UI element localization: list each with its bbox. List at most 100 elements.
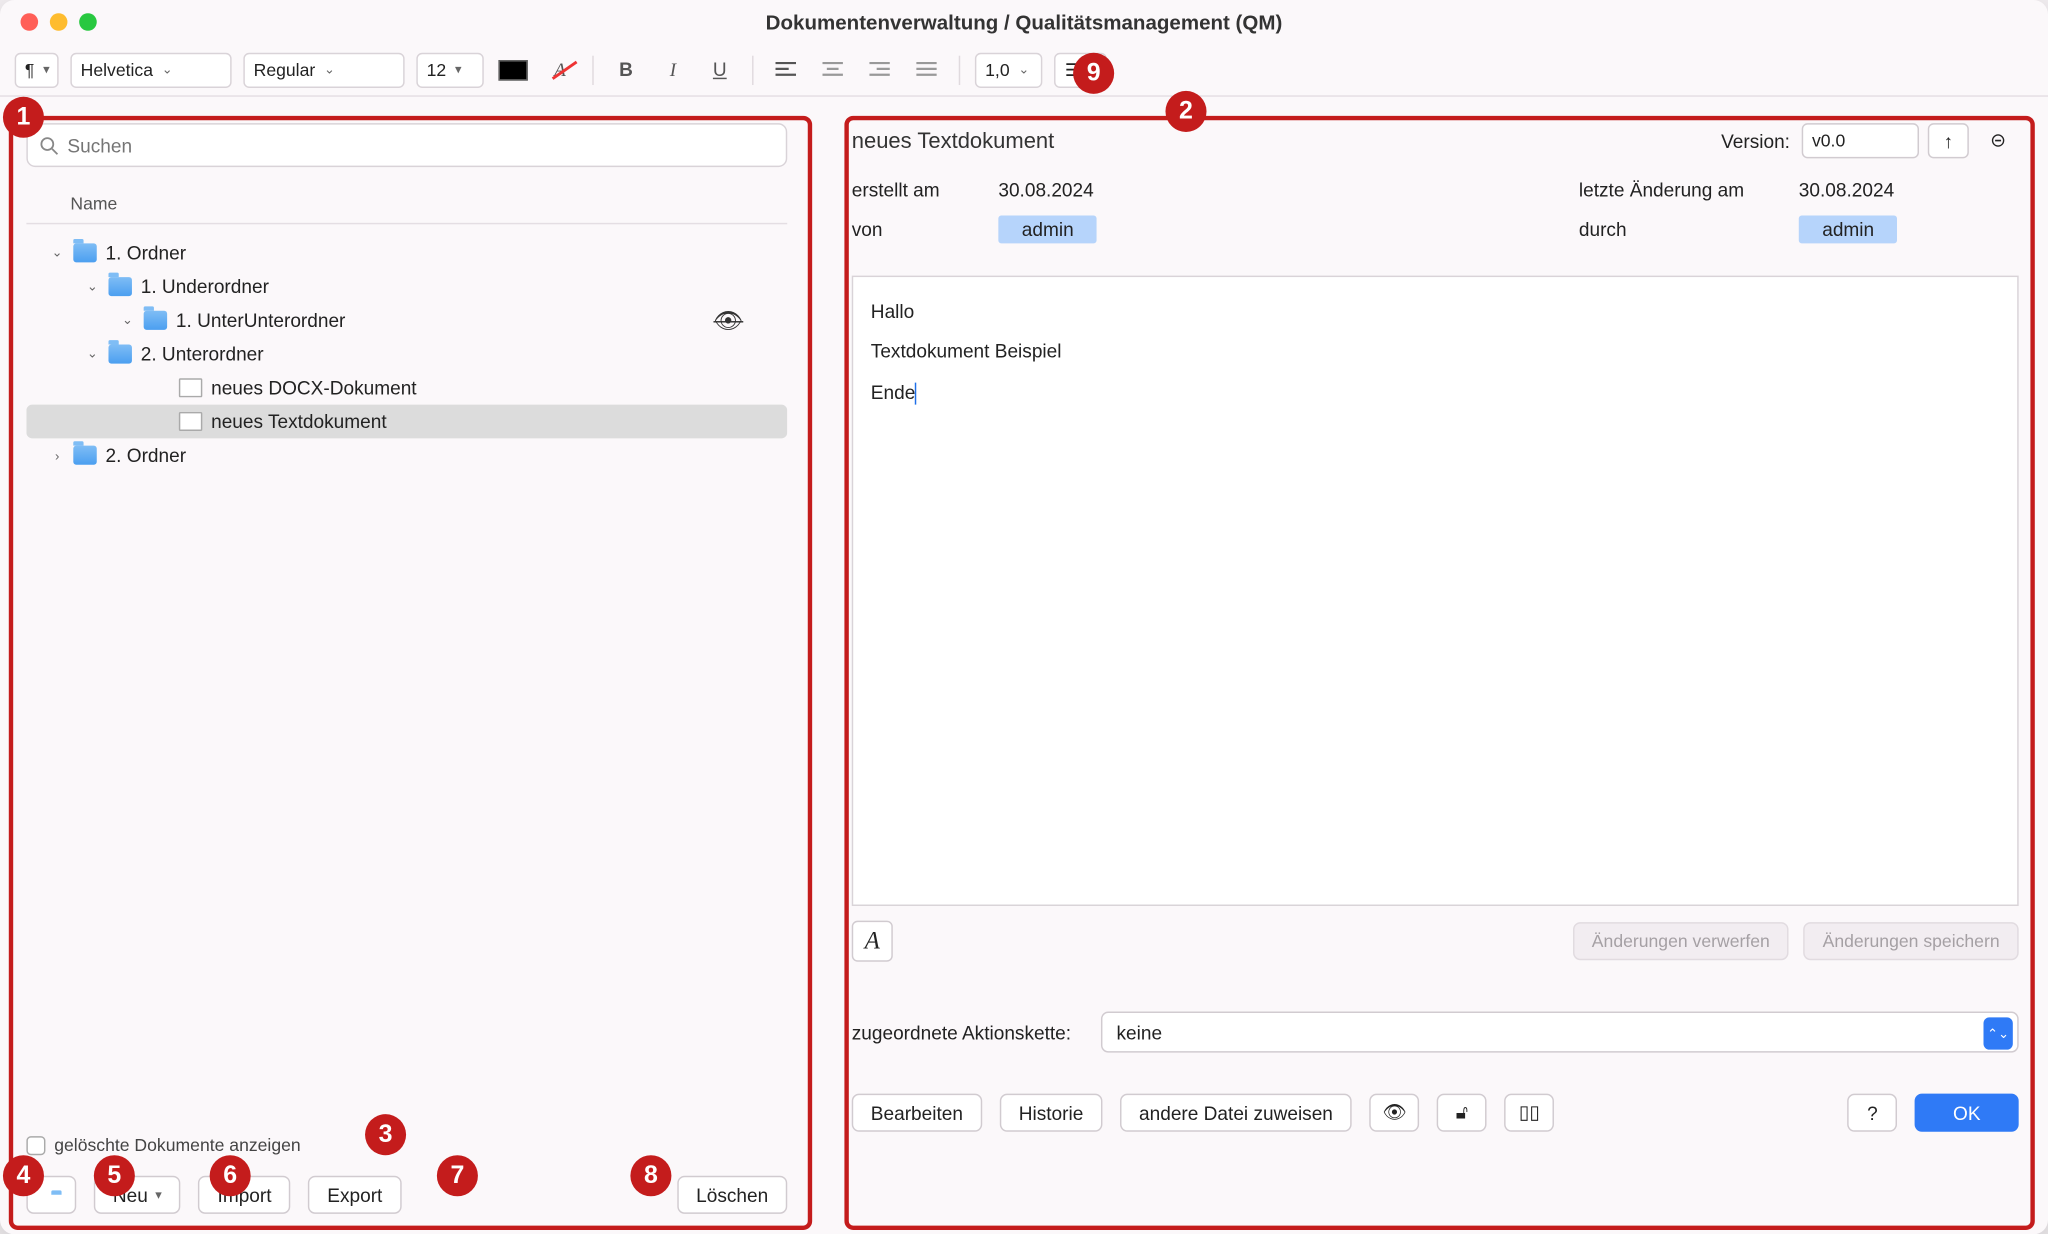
eye-slash-icon: 👁︎ <box>1382 1101 1406 1124</box>
folder-icon <box>73 446 96 465</box>
version-up-button[interactable]: ↑ <box>1928 123 1969 158</box>
font-style-select[interactable]: Regular ⌄ <box>243 52 404 87</box>
unlock-icon: 🔓︎ <box>1456 1101 1468 1124</box>
editor-line: Hallo <box>871 292 2000 332</box>
tree-file[interactable]: neues Textdokument <box>26 405 787 439</box>
search-field[interactable] <box>26 123 787 167</box>
chevron-icon[interactable]: ⌄ <box>85 346 100 362</box>
list-icon: ☰ <box>1065 59 1081 80</box>
italic-icon: I <box>670 58 676 81</box>
tree-folder[interactable]: ⌄2. Unterordner <box>26 337 787 371</box>
delete-button[interactable]: Löschen <box>677 1176 787 1214</box>
new-folder-button[interactable] <box>26 1176 76 1214</box>
assign-file-button[interactable]: andere Datei zuweisen <box>1120 1094 1352 1132</box>
hidden-icon[interactable]: 👁︎ <box>713 306 743 335</box>
align-justify-icon <box>916 61 937 79</box>
editor-line: Textdokument Beispiel <box>871 332 2000 372</box>
created-by-user[interactable]: admin <box>998 216 1097 244</box>
window-title: Dokumentenverwaltung / Qualitätsmanageme… <box>0 10 2048 33</box>
show-deleted-checkbox[interactable]: gelöschte Dokumente anzeigen <box>26 1132 787 1167</box>
list-style-select[interactable]: ☰▾ <box>1054 52 1107 87</box>
action-chain-value: keine <box>1117 1021 1163 1043</box>
align-left-button[interactable] <box>768 52 803 87</box>
dropdown-icon: ⌃⌄ <box>1983 1017 2012 1049</box>
tree-item-label: neues Textdokument <box>211 410 387 432</box>
tree-folder[interactable]: ⌄1. Ordner <box>26 236 787 270</box>
tree-item-label: 2. Ordner <box>106 444 187 466</box>
chevron-updown-icon: ⌄ <box>324 62 335 78</box>
tree-folder[interactable]: ⌄ 1. UnterUnterordner 👁︎ <box>26 303 787 337</box>
align-left-icon <box>776 61 797 79</box>
titlebar: Dokumentenverwaltung / Qualitätsmanageme… <box>0 0 2048 44</box>
tree-folder[interactable]: ⌄ 1. Underordner <box>26 270 787 304</box>
version-label: Version: <box>1721 130 1790 152</box>
clear-formatting-button[interactable]: A <box>542 52 577 87</box>
ok-button[interactable]: OK <box>1915 1094 2019 1132</box>
align-center-button[interactable] <box>815 52 850 87</box>
align-right-button[interactable] <box>862 52 897 87</box>
help-button[interactable]: ? <box>1847 1094 1897 1132</box>
document-tree[interactable]: ⌄1. Ordner⌄1. Underordner⌄1. UnterUntero… <box>26 224 787 1126</box>
read-button[interactable]: ▯▯ <box>1504 1094 1554 1132</box>
doc-header-row: neues Textdokument Version: v0.0 ↑ ⊝ <box>852 123 2019 158</box>
modified-by-user[interactable]: admin <box>1799 216 1898 244</box>
discard-changes-button[interactable]: Änderungen verwerfen <box>1573 922 1789 960</box>
chevron-icon[interactable]: › <box>50 448 65 463</box>
chevron-updown-icon: ⌄ <box>1018 62 1029 78</box>
font-family-select[interactable]: Helvetica ⌄ <box>70 52 231 87</box>
chevron-updown-icon: ⌄ <box>162 62 173 78</box>
folder-icon <box>73 243 96 262</box>
align-justify-button[interactable] <box>909 52 944 87</box>
clear-format-icon: A <box>554 58 566 81</box>
checkbox-icon <box>26 1135 45 1154</box>
underline-button[interactable]: U <box>702 52 737 87</box>
history-button[interactable]: Historie <box>1000 1094 1103 1132</box>
version-field[interactable]: v0.0 <box>1802 123 1919 158</box>
line-spacing-select[interactable]: 1,0⌄ <box>975 52 1042 87</box>
save-changes-button[interactable]: Änderungen speichern <box>1804 922 2019 960</box>
text-editor[interactable]: HalloTextdokument BeispielEnde <box>852 276 2019 906</box>
tree-item-label: 1. UnterUnterordner <box>176 309 346 331</box>
folder-icon <box>108 277 131 296</box>
font-style-value: Regular <box>254 59 316 80</box>
file-icon <box>179 378 202 397</box>
book-icon: ▯▯ <box>1519 1101 1540 1124</box>
font-icon: A <box>865 927 880 956</box>
paragraph-icon: ¶ <box>25 59 34 80</box>
font-family-value: Helvetica <box>81 59 153 80</box>
left-panel: Name ⌄1. Ordner⌄1. Underordner⌄1. UnterU… <box>0 97 814 1234</box>
paragraph-style-select[interactable]: ¶▾ <box>15 52 59 87</box>
tree-item-label: 1. Underordner <box>141 276 269 298</box>
tree-file[interactable]: neues DOCX-Dokument <box>26 371 787 405</box>
chevron-icon[interactable]: ⌄ <box>85 279 100 295</box>
action-chain-label: zugeordnete Aktionskette: <box>852 1021 1071 1043</box>
created-label: erstellt am <box>852 179 999 201</box>
edit-button[interactable]: Bearbeiten <box>852 1094 982 1132</box>
tree-folder[interactable]: › 2. Ordner <box>26 438 787 472</box>
font-settings-button[interactable]: A <box>852 921 893 962</box>
more-options-button[interactable]: ⊝ <box>1978 123 2019 158</box>
text-color-button[interactable] <box>496 52 531 87</box>
action-chain-select[interactable]: keine ⌃⌄ <box>1100 1012 2018 1053</box>
chevron-icon[interactable]: ⌄ <box>120 312 135 328</box>
visibility-button[interactable]: 👁︎ <box>1370 1094 1420 1132</box>
font-size-select[interactable]: 12 ▾ <box>416 52 483 87</box>
chevron-icon[interactable]: ⌄ <box>50 245 65 261</box>
search-icon <box>40 136 59 155</box>
import-button[interactable]: Import <box>198 1176 290 1214</box>
align-center-icon <box>822 61 843 79</box>
editor-line: Ende <box>871 372 2000 412</box>
text-cursor <box>915 382 916 404</box>
chevron-down-icon: ▾ <box>455 62 462 78</box>
new-button[interactable]: Neu▾ <box>94 1176 181 1214</box>
italic-button[interactable]: I <box>655 52 690 87</box>
font-size-value: 12 <box>427 59 447 80</box>
new-button-label: Neu <box>113 1184 148 1206</box>
lock-button[interactable]: 🔓︎ <box>1437 1094 1487 1132</box>
tree-column-header[interactable]: Name <box>26 167 787 224</box>
toolbar-separator <box>752 55 753 84</box>
bold-button[interactable]: B <box>608 52 643 87</box>
file-icon <box>179 412 202 431</box>
export-button[interactable]: Export <box>308 1176 401 1214</box>
search-input[interactable] <box>67 134 774 156</box>
